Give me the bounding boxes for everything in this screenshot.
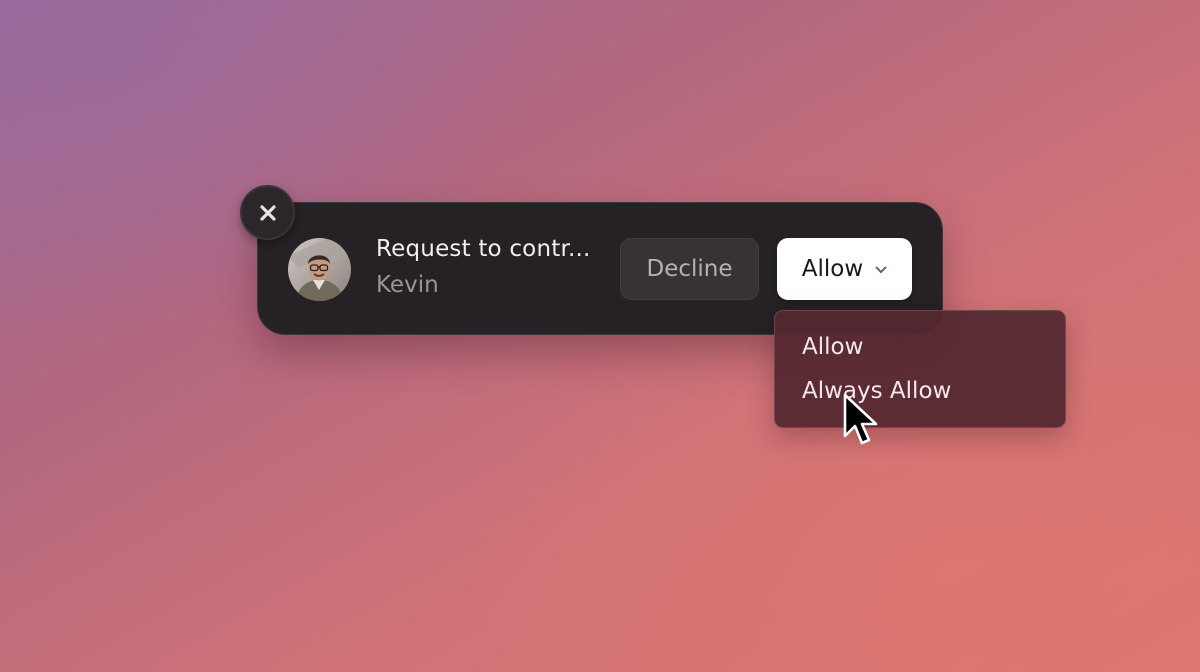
mouse-pointer-icon	[842, 393, 882, 449]
decline-button[interactable]: Decline	[620, 238, 759, 300]
avatar-photo	[288, 238, 351, 301]
close-icon	[259, 204, 276, 221]
allow-button[interactable]: Allow	[777, 238, 912, 300]
allow-button-label: Allow	[801, 256, 864, 282]
menu-item-allow[interactable]: Allow	[802, 334, 863, 360]
close-button[interactable]	[240, 185, 295, 240]
allow-options-menu: Allow Always Allow	[774, 310, 1066, 428]
request-title: Request to contr...	[376, 236, 591, 262]
requester-name: Kevin	[376, 272, 439, 298]
chevron-down-icon[interactable]	[875, 266, 887, 274]
avatar	[288, 238, 351, 301]
decline-button-label: Decline	[646, 256, 733, 282]
